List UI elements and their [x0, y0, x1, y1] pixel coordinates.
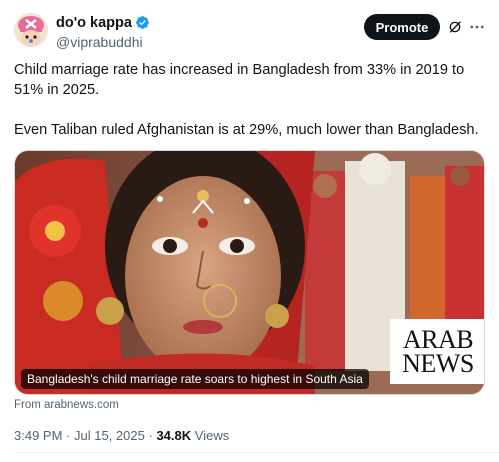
- tweet-text: Child marriage rate has increased in Ban…: [14, 60, 490, 140]
- promote-button[interactable]: Promote: [364, 14, 440, 40]
- views-label: Views: [194, 428, 230, 443]
- tweet-date[interactable]: Jul 15, 2025: [74, 428, 145, 443]
- link-card[interactable]: ARAB NEWS Bangladesh's child marriage ra…: [14, 150, 485, 395]
- divider: [14, 452, 499, 453]
- meta-separator: ·: [66, 428, 71, 443]
- tweet-meta: 3:49 PM · Jul 15, 2025 · 34.8K Views: [14, 428, 229, 443]
- more-icon[interactable]: [468, 18, 486, 36]
- arab-news-logo: ARAB NEWS: [390, 319, 484, 384]
- verified-badge-icon: [136, 16, 149, 29]
- avatar[interactable]: [14, 13, 48, 47]
- tweet-time[interactable]: 3:49 PM: [14, 428, 62, 443]
- meta-separator: ·: [148, 428, 153, 443]
- card-source[interactable]: From arabnews.com: [14, 399, 119, 411]
- grok-icon[interactable]: [448, 20, 462, 34]
- views-count: 34.8K: [156, 428, 192, 443]
- author-handle[interactable]: @viprabuddhi: [56, 34, 150, 50]
- tweet-paragraph-1: Child marriage rate has increased in Ban…: [14, 62, 465, 98]
- author-block: do'o kappa @viprabuddhi: [56, 13, 150, 50]
- author-name[interactable]: do'o kappa: [56, 15, 132, 31]
- logo-line-arab: ARAB: [402, 324, 474, 354]
- tweet-paragraph-2: Even Taliban ruled Afghanistan is at 29%…: [14, 122, 479, 138]
- card-caption: Bangladesh's child marriage rate soars t…: [21, 369, 369, 389]
- logo-line-news: NEWS: [402, 348, 474, 378]
- chopper-avatar-icon: [14, 13, 48, 47]
